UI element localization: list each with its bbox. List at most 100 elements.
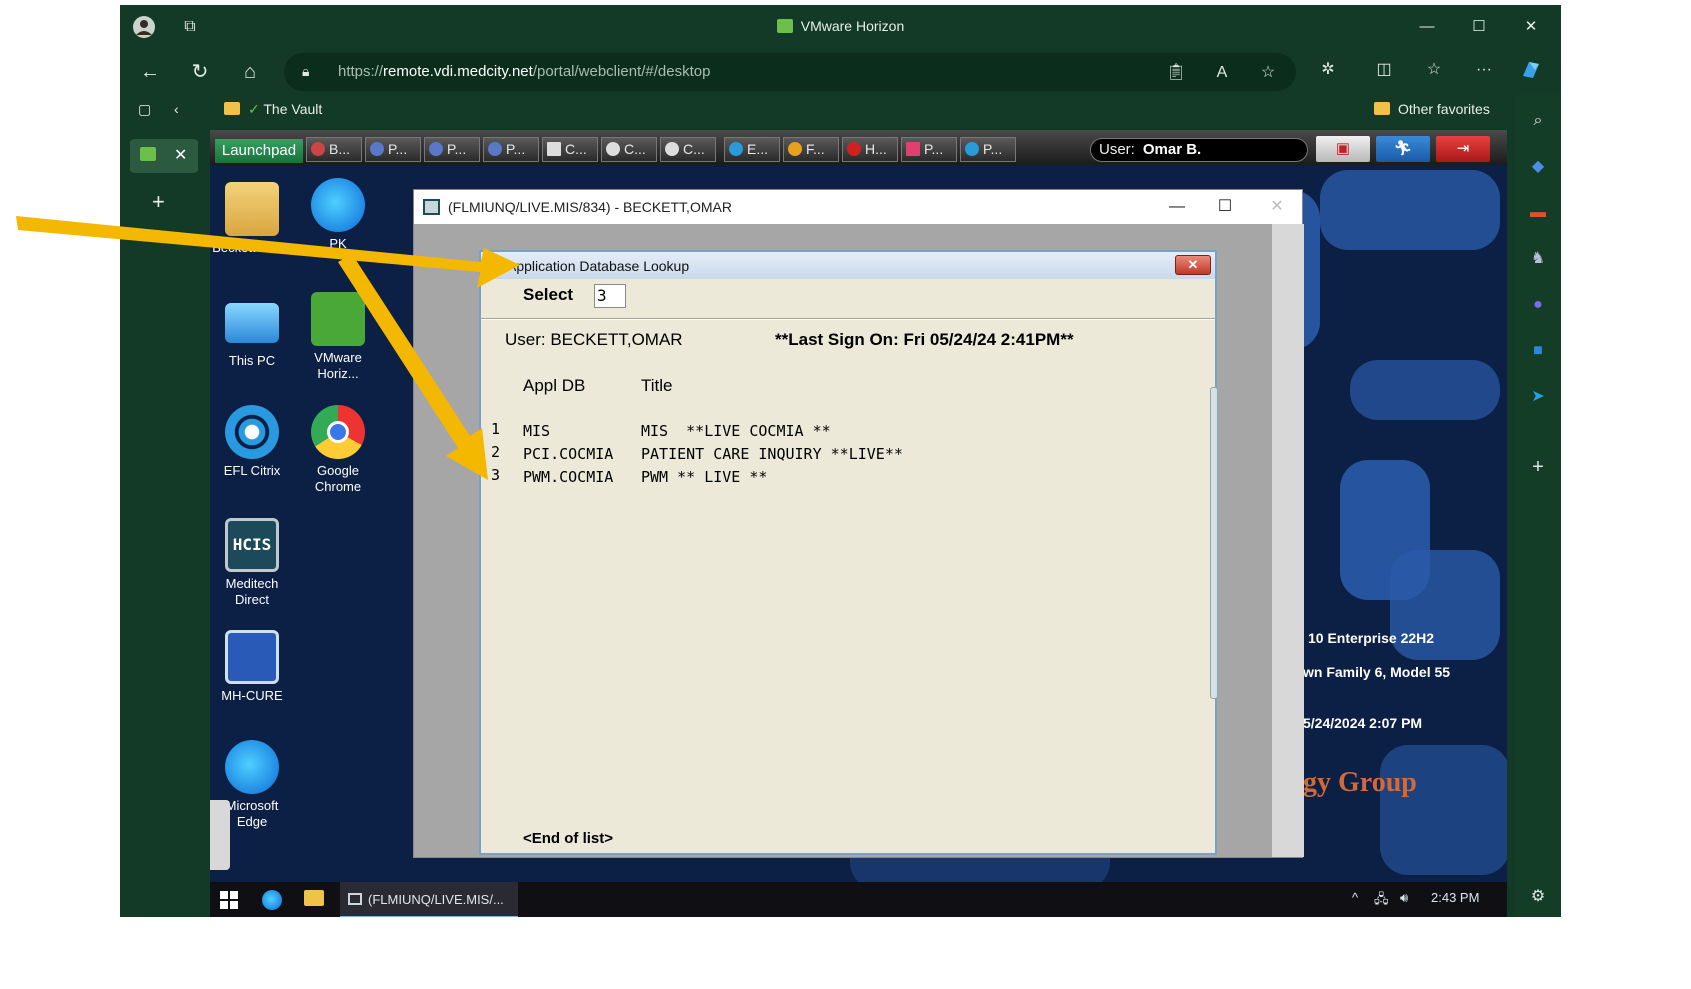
horizon-tab[interactable]: P... xyxy=(424,137,480,162)
chrome-icon xyxy=(311,405,365,459)
desktop-icon-google-chrome[interactable]: Google Chrome xyxy=(293,405,383,495)
user-line: User: BECKETT,OMAR xyxy=(505,330,683,349)
hcis-icon: HCIS xyxy=(225,518,279,572)
launchpad-button[interactable]: Launchpad xyxy=(215,139,303,163)
user-folder-icon xyxy=(225,182,279,236)
sidebar-settings-icon[interactable]: ⚙ xyxy=(1526,885,1550,909)
collapse-tabs-icon[interactable]: ‹ xyxy=(174,101,179,117)
add-sidebar-app-icon[interactable]: + xyxy=(1526,455,1550,479)
side-handle[interactable] xyxy=(210,800,230,870)
minimize-button[interactable]: — xyxy=(1412,15,1442,39)
copilot-icon[interactable] xyxy=(1519,58,1543,82)
browser-navbar: ← ↻ ⌂ 🔒︎ https://remote.vdi.medcity.net/… xyxy=(120,50,1561,92)
network-icon[interactable]: 🖧︎ xyxy=(1374,890,1389,912)
lock-screen-button[interactable]: ▣ xyxy=(1316,136,1370,162)
file-explorer-icon[interactable] xyxy=(304,890,324,909)
desktop-icon-mh-cure[interactable]: MH-CURE xyxy=(210,630,297,704)
row-number: 1 xyxy=(491,420,501,438)
desktop-icon-efl-citrix[interactable]: EFL Citrix xyxy=(210,405,297,479)
favorite-star-icon[interactable]: ☆ xyxy=(1256,61,1280,85)
desktop-icon-label: Beckett Omar xyxy=(212,240,292,255)
toolbox-icon[interactable]: ▬ xyxy=(1526,201,1550,225)
extensions-icon[interactable]: ✲ xyxy=(1316,58,1340,82)
folder-icon xyxy=(224,102,240,115)
lock-icon: 🔒︎ xyxy=(302,63,310,79)
more-options-icon[interactable]: ··· xyxy=(1472,58,1496,82)
run-icon[interactable]: 🏃︎ xyxy=(1376,136,1430,162)
row-title: PATIENT CARE INQUIRY **LIVE** xyxy=(641,445,903,463)
dialog-scrollbar[interactable] xyxy=(1210,387,1218,699)
new-tab-button[interactable]: + xyxy=(152,189,165,215)
meditech-window-title: (FLMIUNQ/LIVE.MIS/834) - BECKETT,OMAR xyxy=(448,199,732,215)
horizon-tab[interactable]: P... xyxy=(365,137,421,162)
computer-icon xyxy=(225,303,279,343)
desktop-icon-meditech-direct[interactable]: HCIS Meditech Direct xyxy=(210,518,297,608)
select-input[interactable]: 3 xyxy=(594,284,626,308)
edge-icon xyxy=(311,178,365,232)
maximize-button[interactable]: ☐ xyxy=(1210,196,1240,218)
screenshot-stage: { "browser": { "window_title": "VMware H… xyxy=(0,0,1691,989)
volume-icon[interactable]: 🔊︎ xyxy=(1400,890,1408,906)
horizon-tab[interactable]: F... xyxy=(783,137,839,162)
split-screen-icon[interactable]: ◫ xyxy=(1372,58,1396,82)
vmware-horizon-icon xyxy=(311,292,365,346)
horizon-tab[interactable]: C... xyxy=(660,137,716,162)
vertical-tabs-panel: ✕ + xyxy=(120,129,208,917)
tab-vmware-horizon[interactable]: ✕ xyxy=(130,139,198,173)
games-icon[interactable]: ♞ xyxy=(1526,247,1550,271)
windows-start-icon[interactable] xyxy=(220,891,238,912)
row-db: PWM.COCMIA xyxy=(523,468,614,486)
edge-icon xyxy=(225,740,279,794)
copilot-sidebar-icon[interactable]: ● xyxy=(1526,293,1550,317)
taskbar-clock[interactable]: 2:43 PM xyxy=(1431,890,1479,905)
outlook-icon[interactable]: ■ xyxy=(1526,339,1550,363)
vmware-horizon-icon xyxy=(776,19,793,33)
desktop-icon-beckett-omar[interactable]: Beckett Omar xyxy=(210,182,297,256)
horizon-tab[interactable]: P... xyxy=(960,137,1016,162)
close-window-button[interactable]: ✕ xyxy=(1516,15,1546,39)
address-bar[interactable]: 🔒︎ https://remote.vdi.medcity.net/portal… xyxy=(284,53,1296,91)
close-window-button[interactable]: ✕ xyxy=(1262,196,1292,218)
horizon-tab[interactable]: P... xyxy=(483,137,539,162)
horizon-tab[interactable]: E... xyxy=(724,137,780,162)
refresh-icon[interactable]: ↻ xyxy=(186,58,214,86)
maximize-button[interactable]: ☐ xyxy=(1464,15,1494,39)
telegram-icon[interactable]: ➤ xyxy=(1526,385,1550,409)
favorites-list-icon[interactable]: ☆ xyxy=(1422,58,1446,82)
meditech-window-titlebar: (FLMIUNQ/LIVE.MIS/834) - BECKETT,OMAR — … xyxy=(414,190,1302,224)
favorite-other-favorites[interactable]: Other favorites xyxy=(1374,101,1490,117)
horizon-tab[interactable]: H... xyxy=(842,137,898,162)
minimize-button[interactable]: — xyxy=(1162,196,1192,218)
desktop-icon-pk[interactable]: PK xyxy=(293,178,383,252)
tag-icon[interactable]: ◆ xyxy=(1526,155,1550,179)
horizon-tab[interactable]: P... xyxy=(901,137,957,162)
desktop-icon-label: Microsoft Edge xyxy=(225,798,279,829)
taskbar-meditech-app[interactable]: (FLMIUNQ/LIVE.MIS/... xyxy=(340,882,518,917)
search-icon[interactable]: ⌕ xyxy=(1526,109,1550,133)
back-arrow-icon[interactable]: ← xyxy=(136,58,164,86)
wallpaper-shape xyxy=(1380,745,1507,875)
folder-icon xyxy=(1374,102,1390,115)
tab-actions-icon[interactable]: ▢ xyxy=(138,101,151,118)
exit-door-icon[interactable]: ⇥ xyxy=(1436,136,1490,162)
row-db: PCI.COCMIA xyxy=(523,445,614,463)
desktop-icon-this-pc[interactable]: This PC xyxy=(210,295,297,369)
wallpaper-brand-text: gy Group xyxy=(1303,767,1417,798)
read-aloud-icon[interactable]: A xyxy=(1210,61,1234,85)
dialog-close-button[interactable]: ✕ xyxy=(1175,255,1211,275)
show-hidden-icons-chevron[interactable]: ^ xyxy=(1352,890,1358,905)
desktop-icon-vmware-horizon[interactable]: VMware Horiz... xyxy=(293,292,383,382)
row-title: PWM ** LIVE ** xyxy=(641,468,768,486)
clipboard-icon[interactable]: 📋︎ xyxy=(1164,61,1188,85)
favorite-the-vault[interactable]: ✓ The Vault xyxy=(224,101,322,118)
close-tab-icon[interactable]: ✕ xyxy=(174,145,187,165)
remote-desktop: Launchpad B... P... P... P... C... C... … xyxy=(210,130,1507,917)
home-icon[interactable]: ⌂ xyxy=(236,58,264,86)
horizon-tab[interactable]: B... xyxy=(306,137,362,162)
horizon-tab[interactable]: C... xyxy=(601,137,657,162)
edge-taskbar-icon[interactable] xyxy=(262,890,282,913)
column-header-title: Title xyxy=(641,376,673,395)
url-text[interactable]: https://remote.vdi.medcity.net/portal/we… xyxy=(338,63,710,80)
sysinfo-os: 10 Enterprise 22H2 xyxy=(1308,630,1435,646)
horizon-tab[interactable]: C... xyxy=(542,137,598,162)
